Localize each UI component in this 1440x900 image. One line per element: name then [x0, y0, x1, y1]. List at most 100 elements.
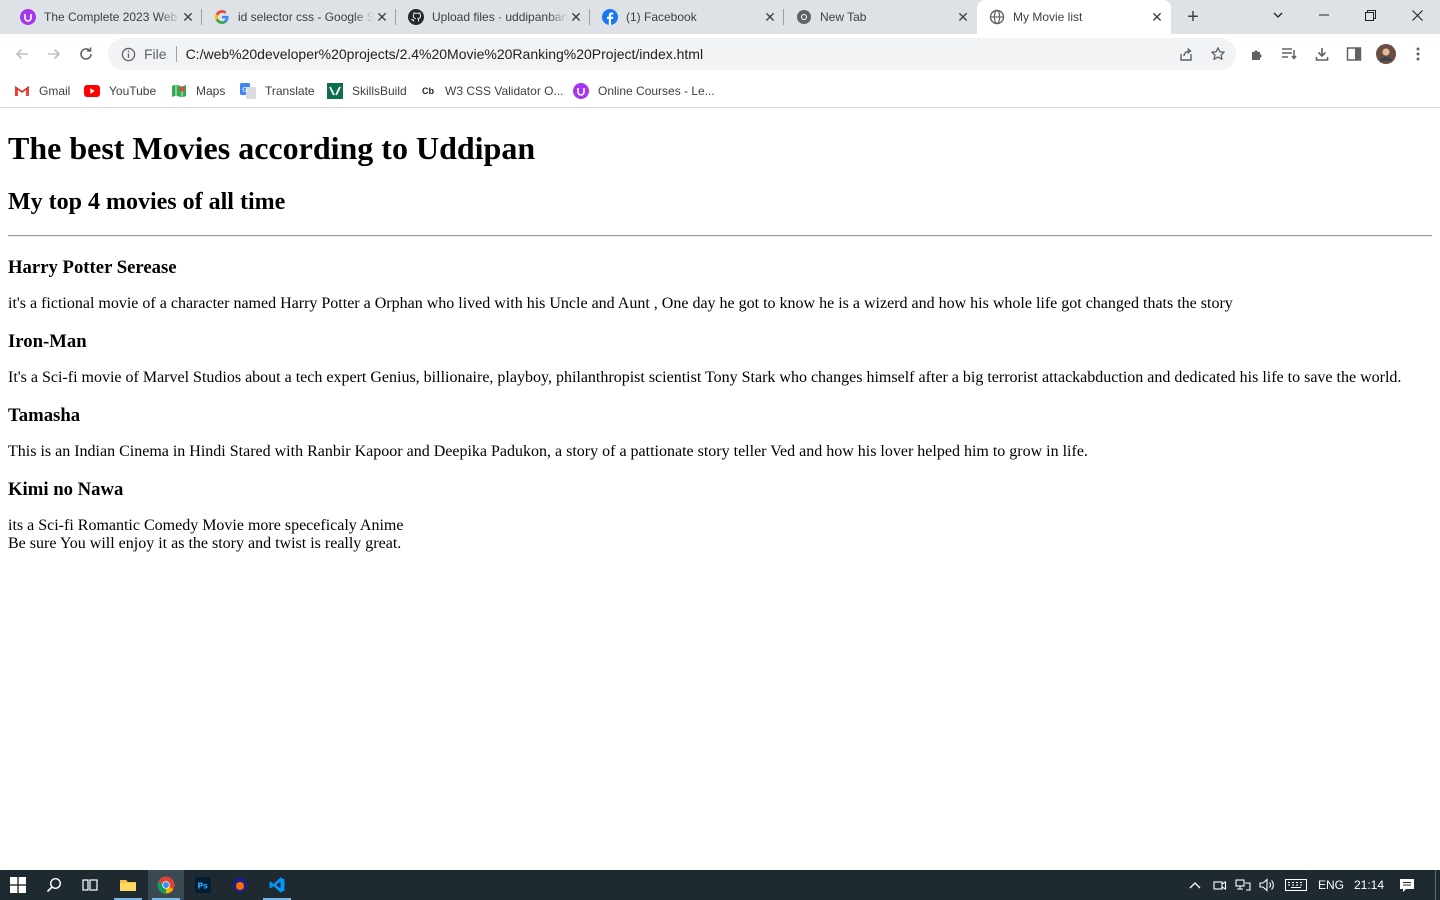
close-icon[interactable]: ✕: [762, 9, 778, 25]
bookmark-online-courses[interactable]: Online Courses - Le...: [573, 82, 715, 100]
tab-title: Upload files · uddipanbarman: [432, 10, 568, 24]
back-arrow-icon: [15, 48, 28, 60]
notifications-icon[interactable]: [1399, 877, 1415, 893]
menu-icon[interactable]: [1408, 44, 1428, 64]
vscode-icon: [269, 877, 285, 893]
language-indicator[interactable]: ENG: [1318, 870, 1344, 900]
movie-title: Iron-Man: [8, 331, 87, 352]
github-icon: [408, 9, 424, 25]
tab-title: New Tab: [820, 10, 867, 24]
close-icon[interactable]: ✕: [955, 9, 971, 25]
bookmark-skillsbuild[interactable]: SkillsBuild: [327, 82, 407, 100]
search-button[interactable]: [36, 870, 72, 900]
folder-icon: [120, 880, 136, 891]
minimize-button[interactable]: [1301, 0, 1347, 30]
chrome-taskbar-button[interactable]: [148, 870, 184, 900]
volume-icon[interactable]: [1259, 877, 1275, 893]
browser-toolbar: File C:/web%20developer%20projects/2.4%2…: [0, 34, 1440, 74]
reload-button[interactable]: [72, 40, 100, 68]
url-scheme-label: File: [144, 46, 167, 62]
close-icon[interactable]: ✕: [180, 9, 196, 25]
bookmark-label: YouTube: [109, 84, 157, 98]
forward-button[interactable]: [40, 40, 68, 68]
file-explorer-button[interactable]: [110, 870, 146, 900]
bookmark-youtube[interactable]: YouTube: [84, 82, 156, 100]
task-view-button[interactable]: [72, 870, 108, 900]
page-title: The best Movies according to Uddipan: [8, 130, 536, 166]
tab-title: My Movie list: [1013, 10, 1083, 24]
google-icon: [214, 9, 230, 25]
side-panel-icon[interactable]: [1344, 44, 1364, 64]
tab-my-movie-list[interactable]: My Movie list ✕: [977, 0, 1171, 34]
star-icon[interactable]: [1210, 46, 1226, 62]
udemy-icon: [573, 83, 589, 99]
close-icon[interactable]: ✕: [568, 9, 584, 25]
bookmarks-bar: Gmail YouTube Maps G Translate SkillsBui…: [0, 74, 1440, 108]
close-icon[interactable]: ✕: [374, 9, 390, 25]
meet-now-icon[interactable]: [1212, 877, 1228, 893]
movie-item: Kimi no Nawa its a Sci-fi Romantic Comed…: [8, 479, 1432, 553]
taskbar: Ps ENG 21:14: [0, 870, 1440, 900]
restore-button[interactable]: [1347, 0, 1393, 30]
movie-title: Kimi no Nawa: [8, 479, 124, 500]
photoshop-button[interactable]: Ps: [185, 870, 221, 900]
movie-description: It's a Sci-fi movie of Marvel Studios ab…: [8, 369, 1402, 386]
info-icon[interactable]: [120, 46, 136, 62]
translate-icon: G: [240, 83, 256, 99]
skillsbuild-icon: [327, 83, 343, 99]
bookmark-gmail[interactable]: Gmail: [14, 82, 70, 100]
address-bar[interactable]: File C:/web%20developer%20projects/2.4%2…: [108, 38, 1236, 70]
movie-item: Iron-Man It's a Sci-fi movie of Marvel S…: [8, 331, 1432, 387]
bookmark-w3-css-validator[interactable]: Cb W3 CSS Validator O...: [420, 82, 563, 100]
bookmark-maps[interactable]: Maps: [171, 82, 225, 100]
clock[interactable]: 21:14: [1354, 870, 1384, 900]
bookmark-label: Online Courses - Le...: [598, 84, 715, 98]
task-view-icon: [82, 879, 98, 891]
download-icon[interactable]: [1312, 44, 1332, 64]
share-icon[interactable]: [1178, 46, 1194, 62]
gmail-icon: [14, 83, 30, 99]
bookmark-translate[interactable]: G Translate: [240, 82, 315, 100]
movie-title: Harry Potter Serease: [8, 257, 177, 278]
app-icon: [232, 877, 248, 893]
movie-description-line: its a Sci-fi Romantic Comedy Movie more …: [8, 517, 404, 534]
chevron-up-icon[interactable]: [1187, 877, 1203, 893]
url-text[interactable]: C:/web%20developer%20projects/2.4%20Movi…: [186, 46, 704, 62]
tab-facebook[interactable]: (1) Facebook ✕: [590, 0, 784, 34]
vscode-button[interactable]: [259, 870, 295, 900]
new-tab-button[interactable]: +: [1181, 5, 1205, 29]
udemy-icon: [20, 9, 36, 25]
browser-app-button[interactable]: [222, 870, 258, 900]
start-button[interactable]: [0, 870, 36, 900]
bookmark-label: SkillsBuild: [352, 84, 407, 98]
facebook-icon: [602, 9, 618, 25]
tab-title: id selector css - Google Search: [238, 10, 374, 24]
chrome-icon: [157, 876, 175, 894]
tab-udemy-course[interactable]: The Complete 2023 Web Development Bootca…: [8, 0, 202, 34]
tab-search-icon[interactable]: [1255, 0, 1301, 30]
movie-description: it's a fictional movie of a character na…: [8, 295, 1233, 312]
movie-title: Tamasha: [8, 405, 81, 426]
globe-icon: [989, 9, 1005, 25]
network-icon[interactable]: [1235, 877, 1251, 893]
windows-icon: [10, 877, 26, 893]
tab-github-upload[interactable]: Upload files · uddipanbarman ✕: [396, 0, 590, 34]
photoshop-icon: Ps: [195, 877, 211, 893]
svg-text:G: G: [242, 86, 247, 94]
reading-list-icon[interactable]: [1280, 44, 1300, 64]
show-desktop-button[interactable]: [1435, 870, 1436, 900]
profile-avatar[interactable]: [1376, 44, 1396, 64]
back-button[interactable]: [8, 40, 36, 68]
tab-new-tab[interactable]: New Tab ✕: [784, 0, 977, 34]
tab-google-search[interactable]: id selector css - Google Search ✕: [202, 0, 396, 34]
chrome-icon: [796, 9, 812, 25]
page-subtitle: My top 4 movies of all time: [8, 189, 286, 215]
close-window-button[interactable]: [1394, 0, 1440, 30]
movie-description: its a Sci-fi Romantic Comedy Movie more …: [8, 517, 1432, 553]
close-icon[interactable]: ✕: [1149, 9, 1165, 25]
cb-icon: Cb: [422, 86, 434, 96]
page-content: The best Movies according to Uddipan My …: [0, 109, 1440, 870]
extensions-icon[interactable]: [1248, 44, 1268, 64]
bookmark-label: Maps: [196, 84, 226, 98]
keyboard-icon[interactable]: [1284, 877, 1308, 893]
